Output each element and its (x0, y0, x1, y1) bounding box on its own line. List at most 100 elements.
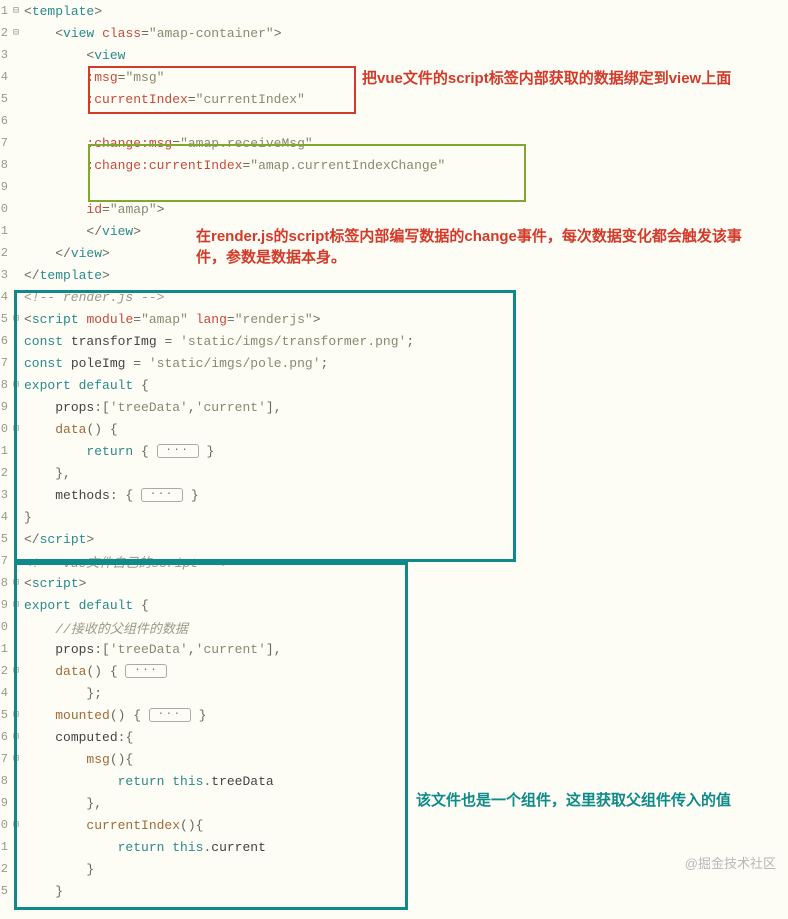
code-content: <!-- vue文件自己的script --> (22, 552, 229, 571)
line-number: 0 (0, 422, 10, 436)
code-content: :msg="msg" (22, 70, 164, 85)
code-content: <view (22, 48, 125, 63)
line-number: 5 (0, 312, 10, 326)
line-number: 1 (0, 444, 10, 458)
fold-icon[interactable]: ⊟ (10, 753, 22, 765)
code-content: <!-- render.js --> (22, 290, 164, 305)
code-content: </view> (22, 246, 110, 261)
line-number: 3 (0, 268, 10, 282)
fold-icon[interactable]: ⊟ (10, 577, 22, 589)
line-number: 8 (0, 774, 10, 788)
code-content: export default { (22, 378, 149, 393)
code-line: 0 id="amap"> (0, 198, 788, 220)
code-content: data() { (22, 422, 118, 437)
line-number: 6 (0, 334, 10, 348)
fold-icon[interactable]: ⊟ (10, 27, 22, 39)
line-number: 4 (0, 686, 10, 700)
code-line: 7⊟ msg(){ (0, 748, 788, 770)
line-number: 5 (0, 884, 10, 898)
code-content: :currentIndex="currentIndex" (22, 92, 305, 107)
code-content: msg(){ (22, 752, 133, 767)
code-line: 7 <!-- vue文件自己的script --> (0, 550, 788, 572)
line-number: 4 (0, 290, 10, 304)
line-number: 2 (0, 664, 10, 678)
code-content: //接收的父组件的数据 (22, 618, 188, 637)
line-number: 1 (0, 4, 10, 18)
code-line: 2 </view> (0, 242, 788, 264)
code-content: mounted() { ··· } (22, 708, 207, 723)
code-content: methods: { ··· } (22, 488, 199, 503)
code-content: export default { (22, 598, 149, 613)
code-content: id="amap"> (22, 202, 164, 217)
code-content: }, (22, 796, 102, 811)
code-editor: 1⊟<template>2⊟ <view class="amap-contain… (0, 0, 788, 902)
line-number: 1 (0, 642, 10, 656)
fold-icon[interactable]: ⊟ (10, 313, 22, 325)
code-line: 5 </script> (0, 528, 788, 550)
line-number: 7 (0, 554, 10, 568)
code-line: 5⊟ mounted() { ··· } (0, 704, 788, 726)
code-line: 1 </view> (0, 220, 788, 242)
code-line: 1 return { ··· } (0, 440, 788, 462)
code-line: 0⊟ currentIndex(){ (0, 814, 788, 836)
fold-icon[interactable]: ⊟ (10, 599, 22, 611)
line-number: 5 (0, 532, 10, 546)
code-line: 5 } (0, 880, 788, 902)
line-number: 1 (0, 840, 10, 854)
line-number: 6 (0, 114, 10, 128)
line-number: 4 (0, 510, 10, 524)
line-number: 9 (0, 400, 10, 414)
code-content: </script> (22, 532, 94, 547)
code-content: } (22, 510, 32, 525)
code-content: <view class="amap-container"> (22, 26, 282, 41)
code-line: 9⊟export default { (0, 594, 788, 616)
code-content: const transforImg = 'static/imgs/transfo… (22, 334, 414, 349)
fold-icon[interactable]: ⊟ (10, 731, 22, 743)
line-number: 0 (0, 620, 10, 634)
watermark: @掘金技术社区 (685, 853, 776, 872)
fold-icon[interactable]: ⊟ (10, 819, 22, 831)
code-content: return { ··· } (22, 444, 214, 459)
fold-icon[interactable]: ⊟ (10, 709, 22, 721)
fold-icon[interactable]: ⊟ (10, 665, 22, 677)
code-content: } (22, 884, 63, 899)
line-number: 7 (0, 752, 10, 766)
fold-icon[interactable]: ⊟ (10, 423, 22, 435)
code-line: 0⊟ data() { (0, 418, 788, 440)
line-number: 9 (0, 598, 10, 612)
code-content: props:['treeData','current'], (22, 400, 282, 415)
code-content: <template> (22, 4, 102, 19)
code-line: 6⊟ computed:{ (0, 726, 788, 748)
code-line: 9 (0, 176, 788, 198)
code-content: <script> (22, 576, 86, 591)
fold-icon[interactable]: ⊟ (10, 5, 22, 17)
line-number: 3 (0, 48, 10, 62)
line-number: 7 (0, 136, 10, 150)
code-content: }, (22, 466, 71, 481)
code-content: props:['treeData','current'], (22, 642, 282, 657)
line-number: 2 (0, 246, 10, 260)
code-line: 5⊟<script module="amap" lang="renderjs"> (0, 308, 788, 330)
code-line: 7const poleImg = 'static/imgs/pole.png'; (0, 352, 788, 374)
line-number: 9 (0, 180, 10, 194)
code-line: 0 //接收的父组件的数据 (0, 616, 788, 638)
line-number: 8 (0, 158, 10, 172)
line-number: 2 (0, 862, 10, 876)
code-line: 1 props:['treeData','current'], (0, 638, 788, 660)
line-number: 0 (0, 818, 10, 832)
code-content: currentIndex(){ (22, 818, 203, 833)
code-content: return this.treeData (22, 774, 274, 789)
code-line: 3 methods: { ··· } (0, 484, 788, 506)
code-line: 9 props:['treeData','current'], (0, 396, 788, 418)
code-line: 9 }, (0, 792, 788, 814)
code-line: 2⊟ <view class="amap-container"> (0, 22, 788, 44)
code-line: 2 } (0, 858, 788, 880)
code-content: :change:currentIndex="amap.currentIndexC… (22, 158, 445, 173)
line-number: 5 (0, 708, 10, 722)
line-number: 1 (0, 224, 10, 238)
code-line: 8⊟export default { (0, 374, 788, 396)
fold-icon[interactable]: ⊟ (10, 379, 22, 391)
code-line: 1⊟<template> (0, 0, 788, 22)
code-line: 4 :msg="msg" (0, 66, 788, 88)
code-line: 3 <view (0, 44, 788, 66)
